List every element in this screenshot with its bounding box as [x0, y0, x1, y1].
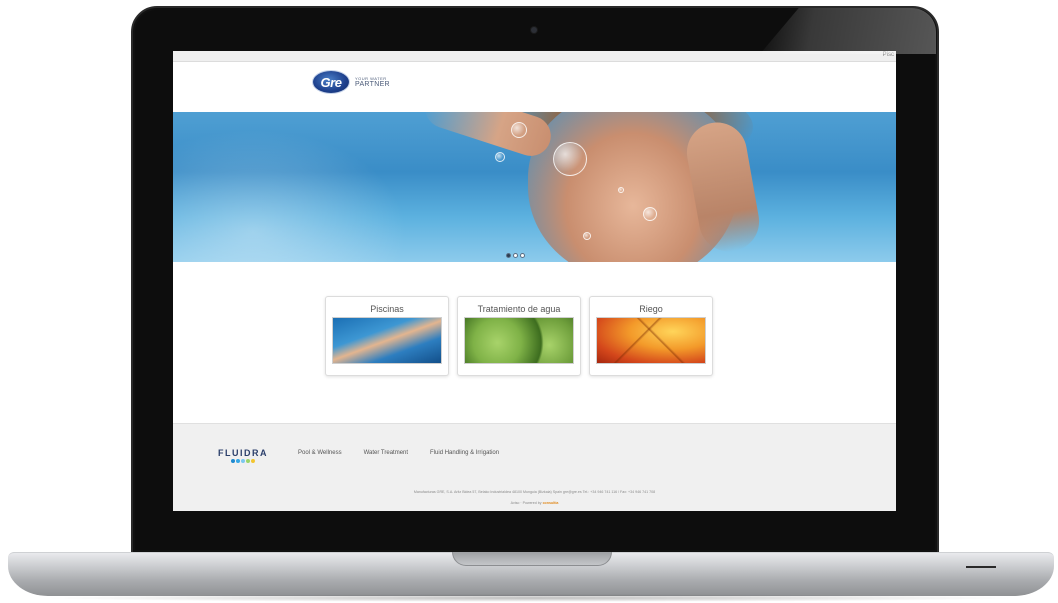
- card-tratamiento-de-agua[interactable]: Tratamiento de agua: [457, 296, 581, 376]
- logo-tagline-big: PARTNER: [355, 80, 390, 88]
- carousel-dots: [506, 253, 525, 258]
- fluidra-logo[interactable]: FLUIDRA: [218, 448, 268, 463]
- green-apples-image: [464, 317, 574, 364]
- top-bar-link[interactable]: Pisc: [883, 52, 894, 58]
- bubble: [511, 122, 527, 138]
- hero-carousel[interactable]: [173, 112, 896, 262]
- power-indicator: [966, 566, 996, 568]
- footer-link-fluid-handling[interactable]: Fluid Handling & Irrigation: [430, 450, 499, 456]
- bubble: [618, 187, 624, 193]
- category-cards: Piscinas Tratamiento de agua Riego: [325, 296, 713, 376]
- carousel-dot-2[interactable]: [513, 253, 518, 258]
- footer-nav: Pool & Wellness Water Treatment Fluid Ha…: [298, 450, 499, 456]
- webcam-icon: [531, 27, 537, 33]
- footer-link-pool-wellness[interactable]: Pool & Wellness: [298, 450, 342, 456]
- hero-swimmer-arm-left: [420, 112, 556, 162]
- consultia-logo[interactable]: consultia: [543, 501, 559, 505]
- browser-viewport: Pisc Gre YOUR WATER PARTNER Piscinas Tra…: [173, 51, 896, 511]
- fluidra-dot: [231, 459, 235, 463]
- fluidra-logo-dots: [231, 459, 255, 463]
- bubble: [583, 232, 591, 240]
- fluidra-logo-text: FLUIDRA: [218, 448, 268, 458]
- fluidra-dot: [241, 459, 245, 463]
- fluidra-dot: [251, 459, 255, 463]
- bubble: [553, 142, 587, 176]
- orange-leaf-image: [596, 317, 706, 364]
- footer-credit-text[interactable]: Aviso · Powered by: [511, 501, 542, 505]
- card-riego[interactable]: Riego: [589, 296, 713, 376]
- card-title: Tratamiento de agua: [477, 304, 561, 314]
- logo-tagline: YOUR WATER PARTNER: [355, 76, 390, 88]
- bubble: [495, 152, 505, 162]
- footer-contact-info: Manufacturas GRE, S.A. Aritz Bidea 57, B…: [413, 490, 656, 494]
- laptop-shadow: [40, 594, 1020, 602]
- carousel-dot-1[interactable]: [506, 253, 511, 258]
- pool-swimmer-image: [332, 317, 442, 364]
- footer-link-water-treatment[interactable]: Water Treatment: [364, 450, 408, 456]
- gre-logo-mark: Gre: [313, 71, 349, 93]
- fluidra-dot: [246, 459, 250, 463]
- hero-light: [173, 112, 433, 262]
- site-header: Gre YOUR WATER PARTNER: [173, 62, 896, 112]
- top-bar: Pisc: [173, 51, 896, 62]
- gre-logo[interactable]: Gre YOUR WATER PARTNER: [313, 71, 390, 93]
- bubble: [643, 207, 657, 221]
- site-footer: FLUIDRA Pool & Wellness Water Treatment …: [173, 423, 896, 511]
- card-title: Riego: [639, 304, 663, 314]
- footer-credit: Aviso · Powered by consultia: [173, 501, 896, 505]
- card-piscinas[interactable]: Piscinas: [325, 296, 449, 376]
- card-title: Piscinas: [370, 304, 404, 314]
- laptop-opening-notch: [452, 552, 612, 566]
- carousel-dot-3[interactable]: [520, 253, 525, 258]
- fluidra-dot: [236, 459, 240, 463]
